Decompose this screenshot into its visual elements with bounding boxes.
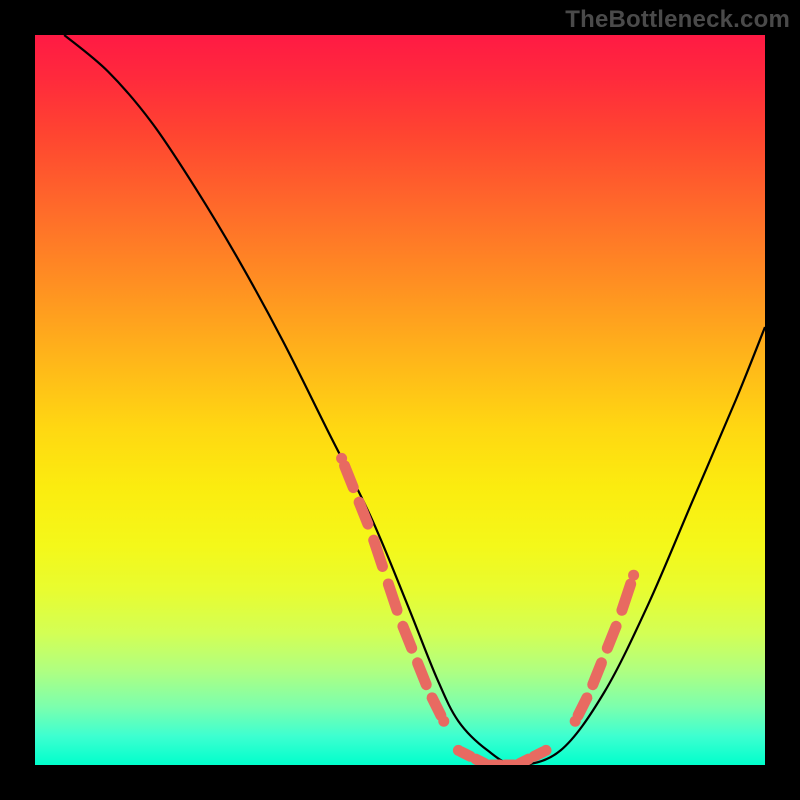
highlight-dash: [593, 663, 602, 685]
plot-area: [35, 35, 765, 765]
highlight-dash: [520, 759, 529, 763]
highlight-dash: [622, 584, 631, 610]
highlight-dash: [607, 626, 616, 648]
highlight-dash: [578, 698, 587, 716]
highlight-right-group: [570, 570, 639, 727]
watermark-text: TheBottleneck.com: [565, 6, 790, 34]
highlight-endpoint: [628, 570, 639, 581]
highlight-endpoint: [438, 716, 449, 727]
highlight-endpoint: [541, 745, 552, 756]
highlight-dash: [476, 759, 485, 763]
highlight-endpoint: [453, 745, 464, 756]
highlight-endpoint: [570, 716, 581, 727]
highlight-endpoint: [336, 453, 347, 464]
highlight-dash: [388, 584, 397, 610]
highlight-dash: [418, 663, 427, 685]
highlight-dash: [403, 626, 412, 648]
chart-svg: [35, 35, 765, 765]
chart-frame: TheBottleneck.com: [0, 0, 800, 800]
highlight-dash: [432, 698, 441, 716]
highlight-left-group: [336, 453, 449, 727]
highlight-dash: [374, 540, 383, 566]
highlight-dash: [345, 466, 354, 488]
bottleneck-curve-path: [64, 35, 765, 765]
